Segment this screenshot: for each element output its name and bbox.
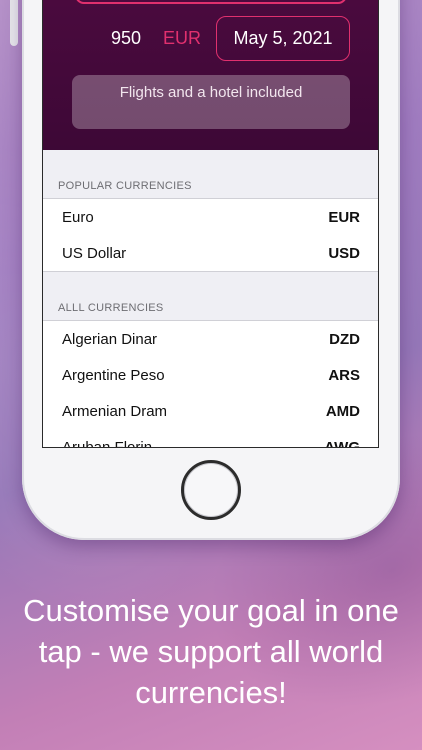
currency-row[interactable]: Armenian Dram AMD [43,393,378,429]
goal-amount[interactable]: 950 [111,28,141,49]
currency-code: EUR [328,208,360,226]
currency-name: Euro [62,208,94,226]
currency-code: AWG [324,438,360,448]
currency-code: AMD [325,402,360,420]
goal-description-field[interactable]: Flights and a hotel included [72,75,350,129]
goal-currency[interactable]: EUR [163,28,201,49]
top-input-pill[interactable] [75,0,347,4]
currency-name: US Dollar [62,244,127,262]
section-header-popular: POPULAR CURRENCIES [58,180,192,192]
currency-row[interactable]: US Dollar USD [43,235,378,271]
currency-name: Aruban Florin [62,438,153,448]
currency-row[interactable]: Algerian Dinar DZD [43,321,378,357]
section-header-all: ALLL CURRENCIES [58,302,164,314]
goal-date-label: May 5, 2021 [233,28,333,48]
goal-date-button[interactable]: May 5, 2021 [216,16,350,61]
goal-description-text: Flights and a hotel included [119,84,303,101]
currency-list[interactable]: POPULAR CURRENCIES Euro EUR US Dollar US… [43,150,378,447]
currency-name: Argentine Peso [62,366,165,384]
phone-side-button [10,0,18,46]
goal-header: 950 EUR May 5, 2021 Flights and a hotel … [43,0,378,150]
currency-row[interactable]: Euro EUR [43,199,378,235]
home-button[interactable] [181,460,241,520]
currency-code: DZD [329,330,360,348]
phone-screen: 950 EUR May 5, 2021 Flights and a hotel … [42,0,379,448]
currency-row[interactable]: Aruban Florin AWG [43,429,378,448]
currency-name: Algerian Dinar [62,330,158,348]
currency-code: ARS [328,366,360,384]
marketing-caption: Customise your goal in one tap - we supp… [23,593,399,710]
divider [43,271,378,272]
currency-code: USD [328,244,360,262]
currency-name: Armenian Dram [62,402,168,420]
currency-row[interactable]: Argentine Peso ARS [43,357,378,393]
